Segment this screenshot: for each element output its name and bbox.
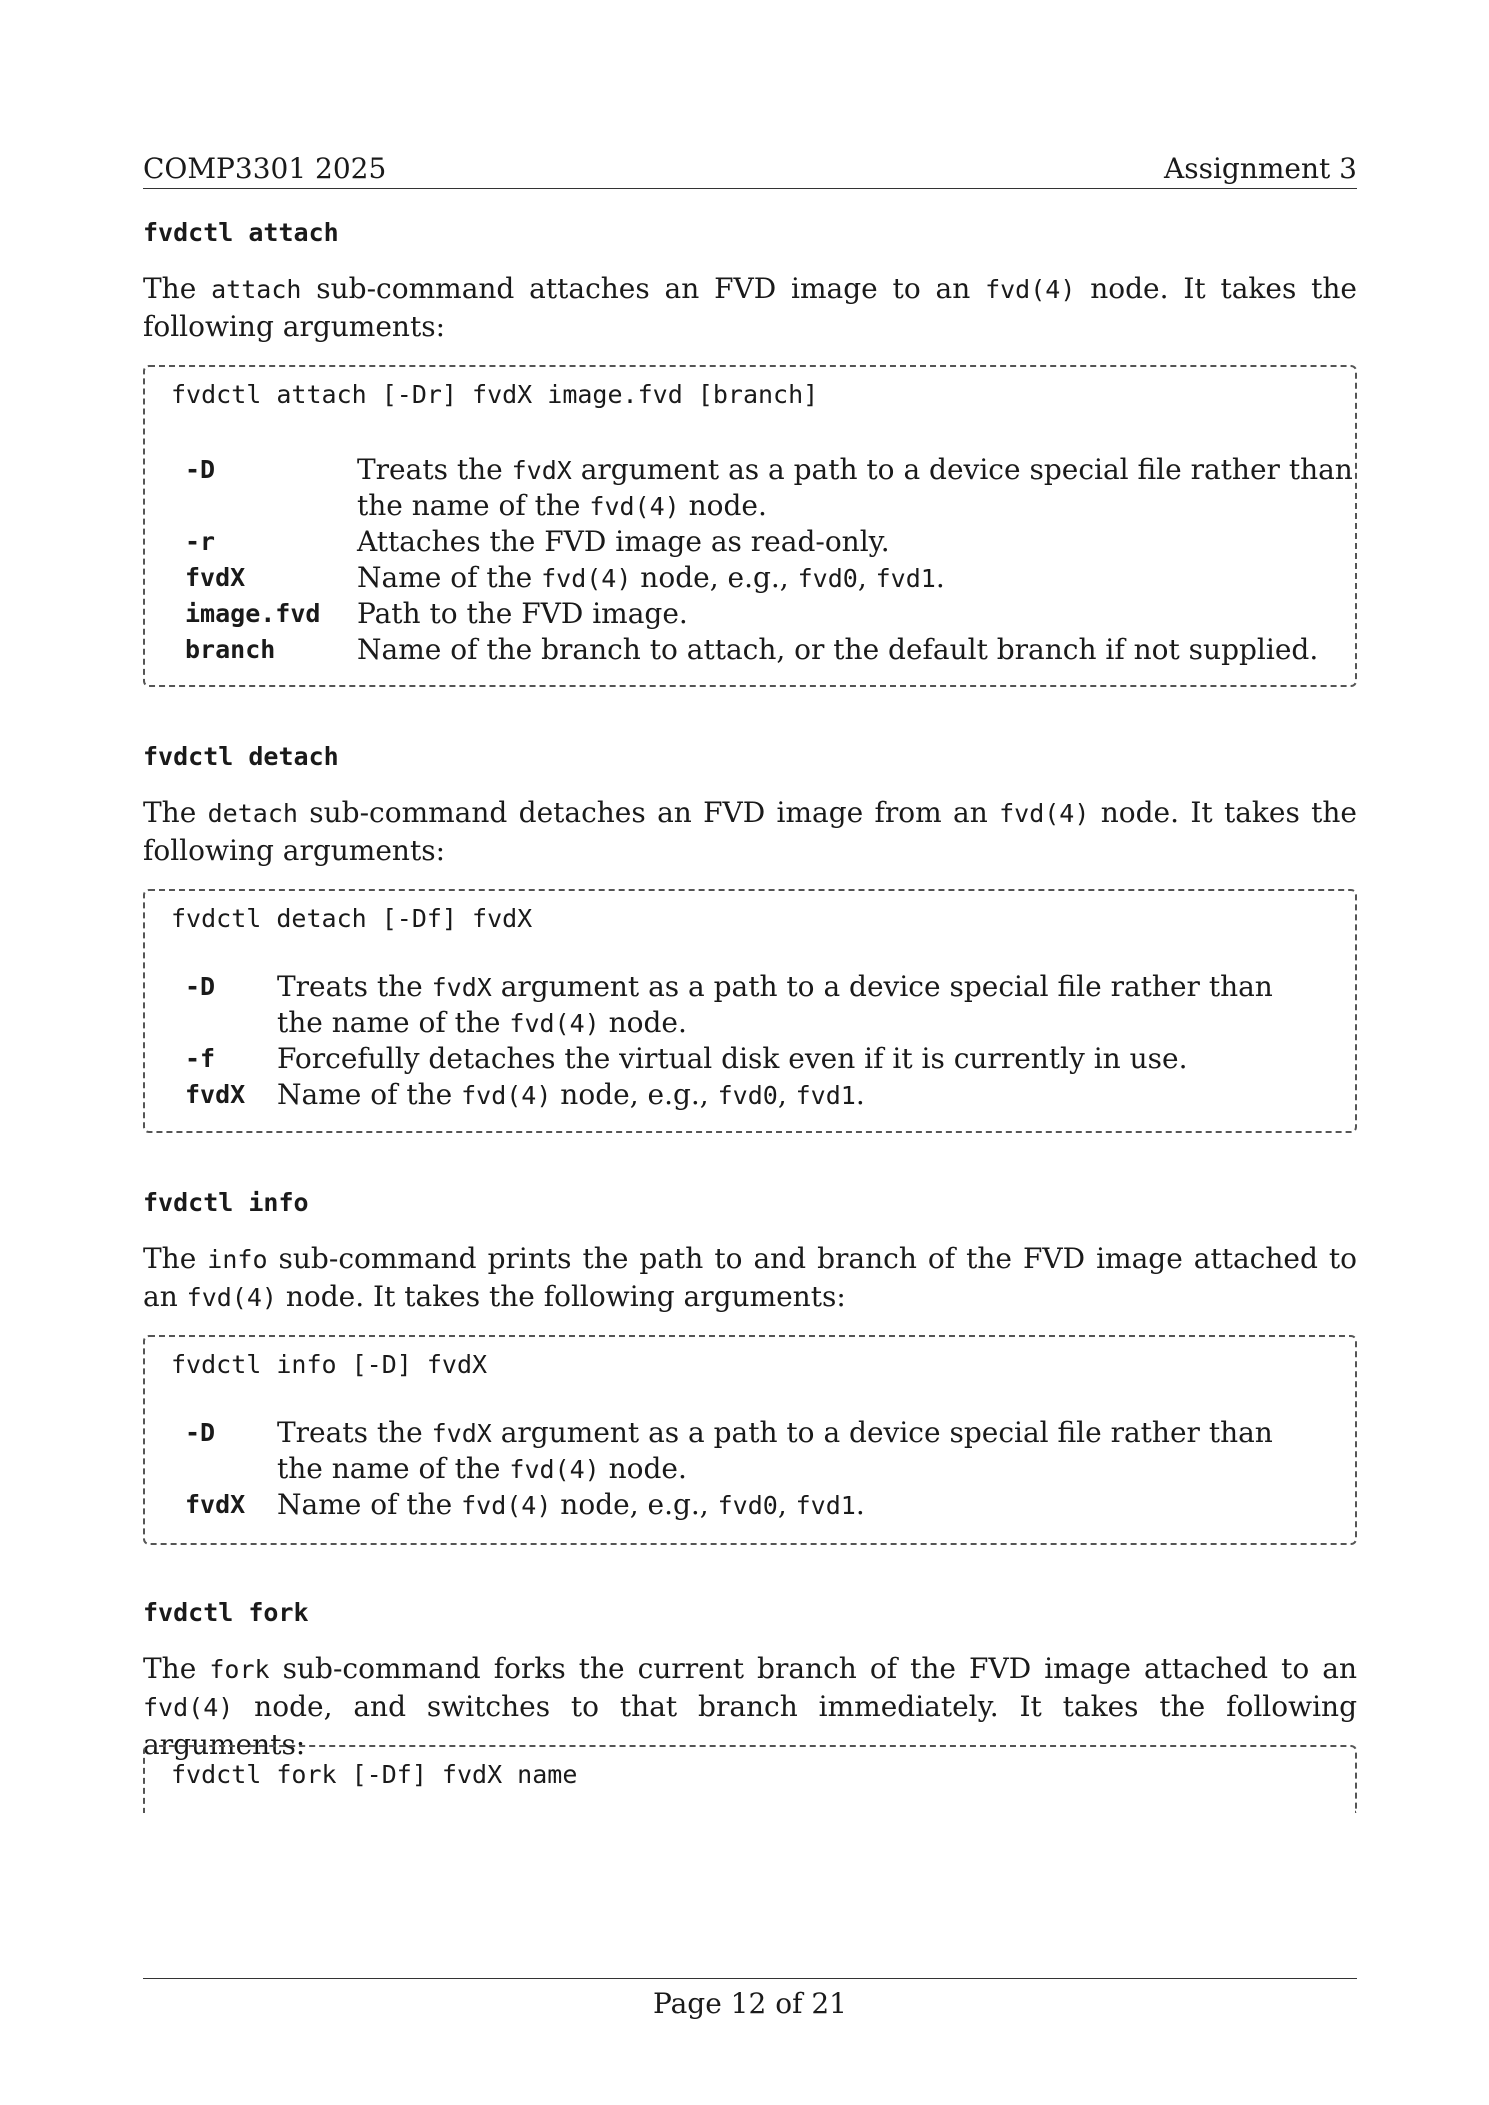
option-row: branch Name of the branch to attach, or … [185, 632, 1335, 668]
page-number: Page 12 of 21 [653, 1987, 847, 2020]
option-row-continuation: the name of the fvd(4) node. [185, 1451, 1335, 1487]
option-desc: Name of the branch to attach, or the def… [357, 633, 1319, 666]
intro-text: sub-command attaches an FVD image to an [301, 272, 986, 305]
usage-box-detach: fvdctl detach [-Df] fvdX -D Treats the f… [143, 889, 1357, 1133]
intro-text: The [143, 272, 212, 305]
option-desc: Treats the fvdX argument as a path to a … [357, 453, 1353, 486]
option-desc: Name of the fvd(4) node, e.g., fvd0, fvd… [277, 1488, 865, 1521]
option-name: -D [185, 1418, 216, 1447]
option-name: fvdX [185, 563, 246, 592]
section-title-fork: fvdctl fork [143, 1598, 309, 1627]
option-desc: Name of the fvd(4) node, e.g., fvd0, fvd… [357, 561, 945, 594]
option-row: -r Attaches the FVD image as read-only. [185, 524, 1335, 560]
option-desc: Attaches the FVD image as read-only. [357, 525, 890, 558]
section-title-info: fvdctl info [143, 1188, 309, 1217]
option-row-continuation: the name of the fvd(4) node. [185, 488, 1335, 524]
option-row: fvdX Name of the fvd(4) node, e.g., fvd0… [185, 560, 1335, 596]
option-name: -r [185, 527, 216, 556]
option-desc: the name of the fvd(4) node. [277, 1452, 687, 1485]
usage-line-info: fvdctl info [-D] fvdX [171, 1350, 488, 1379]
section-title-attach: fvdctl attach [143, 218, 339, 247]
usage-box-attach: fvdctl attach [-Dr] fvdX image.fvd [bran… [143, 365, 1357, 687]
document-page: COMP3301 2025 Assignment 3 fvdctl attach… [143, 0, 1357, 2105]
intro-code: fvd(4) [985, 275, 1076, 304]
option-desc: Name of the fvd(4) node, e.g., fvd0, fvd… [277, 1078, 865, 1111]
option-name: fvdX [185, 1080, 246, 1109]
assignment-title: Assignment 3 [1164, 152, 1357, 185]
option-name: -D [185, 972, 216, 1001]
footer-rule [143, 1978, 1357, 1979]
course-code: COMP3301 2025 [143, 152, 387, 185]
option-name: -D [185, 455, 216, 484]
section-intro-detach: The detach sub-command detaches an FVD i… [143, 796, 1358, 867]
usage-line-detach: fvdctl detach [-Df] fvdX [171, 904, 533, 933]
option-row: fvdX Name of the fvd(4) node, e.g., fvd0… [185, 1487, 1335, 1523]
option-row: -f Forcefully detaches the virtual disk … [185, 1041, 1335, 1077]
option-row: image.fvd Path to the FVD image. [185, 596, 1335, 632]
option-name: -f [185, 1044, 216, 1073]
option-name: branch [185, 635, 276, 664]
option-desc: Path to the FVD image. [357, 597, 688, 630]
section-intro-info: The info sub-command prints the path to … [143, 1242, 1357, 1313]
option-desc: the name of the fvd(4) node. [357, 489, 767, 522]
option-desc: Treats the fvdX argument as a path to a … [277, 970, 1273, 1003]
option-row: -D Treats the fvdX argument as a path to… [185, 452, 1353, 488]
page-header: COMP3301 2025 Assignment 3 [143, 150, 1357, 189]
option-name: image.fvd [185, 599, 321, 628]
option-row-continuation: the name of the fvd(4) node. [185, 1005, 1335, 1041]
option-name: fvdX [185, 1490, 246, 1519]
option-desc: the name of the fvd(4) node. [277, 1006, 687, 1039]
usage-line-fork: fvdctl fork [-Df] fvdX name [171, 1760, 578, 1789]
option-row: -D Treats the fvdX argument as a path to… [185, 969, 1335, 1005]
usage-box-fork: fvdctl fork [-Df] fvdX name [143, 1745, 1357, 1813]
usage-line-attach: fvdctl attach [-Dr] fvdX image.fvd [bran… [171, 380, 819, 409]
option-row: -D Treats the fvdX argument as a path to… [185, 1415, 1335, 1451]
intro-code: attach [211, 275, 302, 304]
section-title-detach: fvdctl detach [143, 742, 339, 771]
option-row: fvdX Name of the fvd(4) node, e.g., fvd0… [185, 1077, 1335, 1113]
usage-box-info: fvdctl info [-D] fvdX -D Treats the fvdX… [143, 1335, 1357, 1545]
option-desc: Treats the fvdX argument as a path to a … [277, 1416, 1273, 1449]
option-desc: Forcefully detaches the virtual disk eve… [277, 1042, 1188, 1075]
section-intro-attach: The attach sub-command attaches an FVD i… [143, 270, 1357, 345]
